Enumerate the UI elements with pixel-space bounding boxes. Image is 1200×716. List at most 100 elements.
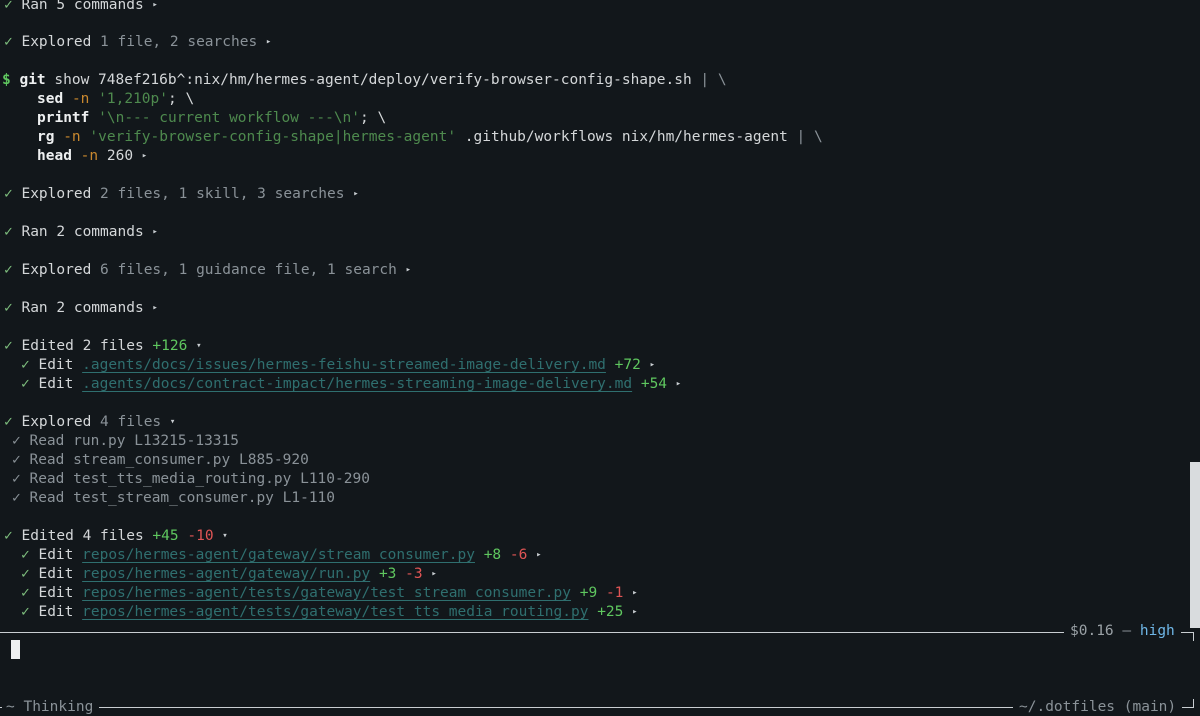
check-icon: ✓ xyxy=(4,262,13,278)
command-line-3: printf '\n--- current workflow ---\n'; \ xyxy=(37,109,386,128)
edited-files-row[interactable]: ✓ Edited 4 files +45 -10 ▾ xyxy=(4,527,228,546)
check-icon: ✓ xyxy=(4,300,13,316)
expand-arrow-icon[interactable]: ▸ xyxy=(152,227,157,237)
collapse-arrow-icon[interactable]: ▾ xyxy=(222,531,227,541)
reasoning-level[interactable]: high xyxy=(1140,623,1175,639)
command-flag: -n xyxy=(63,129,81,145)
edit-action: Edit xyxy=(38,357,74,373)
command-name: rg xyxy=(37,129,55,145)
edit-item-row[interactable]: ✓ Edit repos/hermes-agent/gateway/stream… xyxy=(21,546,542,565)
edited-files-row[interactable]: ✓ Edited 2 files +126 ▾ xyxy=(4,337,202,356)
expand-arrow-icon[interactable]: ▸ xyxy=(406,265,411,275)
row-label: Explored xyxy=(21,262,92,278)
command-tail: ; \ xyxy=(167,91,195,107)
lines-added: +8 xyxy=(483,547,502,563)
expand-arrow-icon[interactable]: ▸ xyxy=(266,37,271,47)
expand-arrow-icon[interactable]: ▸ xyxy=(142,151,147,161)
expand-arrow-icon[interactable]: ▸ xyxy=(152,0,157,10)
expand-arrow-icon[interactable]: ▸ xyxy=(676,379,681,389)
explored-row[interactable]: ✓ Explored 4 files ▾ xyxy=(4,413,175,432)
row-detail: 1 file, 2 searches xyxy=(100,34,258,50)
file-path-link[interactable]: repos/hermes-agent/gateway/run.py xyxy=(82,566,370,582)
command-name: sed xyxy=(37,91,64,107)
file-path-link[interactable]: repos/hermes-agent/tests/gateway/test_tt… xyxy=(82,604,588,620)
file-path-link[interactable]: .agents/docs/issues/hermes-feishu-stream… xyxy=(82,357,606,373)
file-path-link[interactable]: repos/hermes-agent/gateway/stream_consum… xyxy=(82,547,475,563)
command-name: git xyxy=(19,72,46,88)
command-tail: ; \ xyxy=(360,110,387,126)
expand-arrow-icon[interactable]: ▸ xyxy=(431,569,436,579)
expand-arrow-icon[interactable]: ▸ xyxy=(152,303,157,313)
lines-removed: -3 xyxy=(405,566,423,582)
command-line-5[interactable]: head -n 260 ▸ xyxy=(37,147,147,166)
transcript-log: ✓ Ran 5 commands ▸ ✓ Explored 1 file, 2 … xyxy=(0,0,1190,628)
session-cost: $0.16 xyxy=(1070,623,1114,639)
row-label: Ran 2 commands xyxy=(21,300,144,316)
explored-row[interactable]: ✓ Explored 6 files, 1 guidance file, 1 s… xyxy=(4,261,411,280)
expand-arrow-icon[interactable]: ▸ xyxy=(632,588,637,598)
ran-commands-row[interactable]: ✓ Ran 2 commands ▸ xyxy=(4,223,158,242)
edit-item-row[interactable]: ✓ Edit repos/hermes-agent/gateway/run.py… xyxy=(21,565,437,584)
shell-prompt: $ xyxy=(2,72,11,88)
working-directory: ~/.dotfiles (main) xyxy=(1013,698,1183,716)
collapse-arrow-icon[interactable]: ▾ xyxy=(196,341,201,351)
row-label: Explored xyxy=(21,34,92,50)
check-icon: ✓ xyxy=(12,471,21,487)
check-icon: ✓ xyxy=(4,338,13,354)
expand-arrow-icon[interactable]: ▸ xyxy=(536,550,541,560)
check-icon: ✓ xyxy=(21,357,30,373)
ran-commands-row[interactable]: ✓ Ran 5 commands ▸ xyxy=(4,0,158,15)
read-item-row: ✓ Read stream_consumer.py L885-920 xyxy=(12,451,309,470)
read-item-row: ✓ Read test_tts_media_routing.py L110-29… xyxy=(12,470,370,489)
input-cursor[interactable] xyxy=(11,640,20,659)
explored-row[interactable]: ✓ Explored 1 file, 2 searches ▸ xyxy=(4,33,271,52)
edit-item-row[interactable]: ✓ Edit .agents/docs/contract-impact/herm… xyxy=(21,375,681,394)
edit-item-row[interactable]: ✓ Edit repos/hermes-agent/tests/gateway/… xyxy=(21,603,638,622)
expand-arrow-icon[interactable]: ▸ xyxy=(353,189,358,199)
command-args: show 748ef216b^:nix/hm/hermes-agent/depl… xyxy=(54,72,692,88)
check-icon: ✓ xyxy=(4,224,13,240)
lines-added: +126 xyxy=(152,338,188,354)
row-detail: 2 files, 1 skill, 3 searches xyxy=(100,186,345,202)
command-flag: -n xyxy=(80,148,99,164)
scrollbar-thumb[interactable] xyxy=(1190,462,1200,628)
edit-action: Edit xyxy=(38,566,74,582)
lines-added: +45 xyxy=(152,528,179,544)
read-item-row: ✓ Read test_stream_consumer.py L1-110 xyxy=(12,489,335,508)
read-target: stream_consumer.py L885-920 xyxy=(73,452,309,468)
edit-action: Edit xyxy=(38,376,74,392)
command-args: .github/workflows nix/hm/hermes-agent xyxy=(464,129,788,145)
expand-arrow-icon[interactable]: ▸ xyxy=(650,360,655,370)
check-icon: ✓ xyxy=(4,186,13,202)
command-name: printf xyxy=(37,110,90,126)
lines-removed: -1 xyxy=(605,585,624,601)
row-detail: 6 files, 1 guidance file, 1 search xyxy=(100,262,397,278)
command-string: 'verify-browser-config-shape|hermes-agen… xyxy=(89,129,457,145)
read-action: Read xyxy=(29,452,65,468)
edit-item-row[interactable]: ✓ Edit repos/hermes-agent/tests/gateway/… xyxy=(21,584,638,603)
check-icon: ✓ xyxy=(21,585,30,601)
command-flag: -n xyxy=(71,91,90,107)
edit-item-row[interactable]: ✓ Edit .agents/docs/issues/hermes-feishu… xyxy=(21,356,655,375)
check-icon: ✓ xyxy=(4,414,13,430)
ran-commands-row[interactable]: ✓ Ran 2 commands ▸ xyxy=(4,299,158,318)
expand-arrow-icon[interactable]: ▸ xyxy=(632,607,637,617)
check-icon: ✓ xyxy=(4,34,13,50)
collapse-arrow-icon[interactable]: ▾ xyxy=(170,417,175,427)
read-action: Read xyxy=(29,433,65,449)
file-path-link[interactable]: .agents/docs/contract-impact/hermes-stre… xyxy=(82,376,632,392)
row-label: Ran 5 commands xyxy=(21,0,144,13)
check-icon: ✓ xyxy=(12,452,21,468)
file-path-link[interactable]: repos/hermes-agent/tests/gateway/test_st… xyxy=(82,585,571,601)
lines-removed: -10 xyxy=(187,528,214,544)
edit-action: Edit xyxy=(38,585,74,601)
row-label: Edited 2 files xyxy=(21,338,144,354)
row-label: Explored xyxy=(21,186,92,202)
scrollbar[interactable] xyxy=(1190,0,1200,628)
read-target: test_stream_consumer.py L1-110 xyxy=(73,490,336,506)
check-icon: ✓ xyxy=(12,433,21,449)
read-target: run.py L13215-13315 xyxy=(73,433,239,449)
explored-row[interactable]: ✓ Explored 2 files, 1 skill, 3 searches … xyxy=(4,185,359,204)
status-separator: — xyxy=(1122,623,1132,639)
check-icon: ✓ xyxy=(12,490,21,506)
